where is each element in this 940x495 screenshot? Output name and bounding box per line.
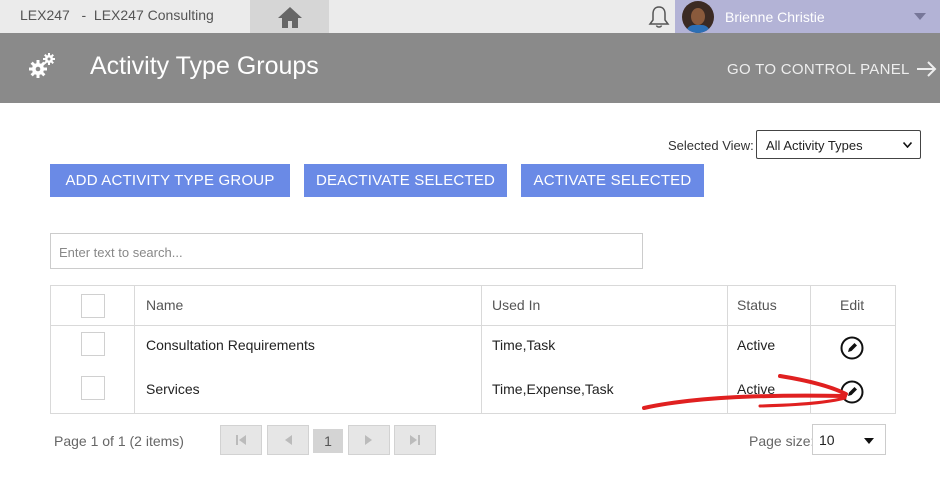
avatar[interactable]	[682, 1, 714, 33]
previous-page-button[interactable]	[267, 425, 309, 455]
app-title: LEX247 - LEX247 Consulting	[20, 7, 214, 23]
page-size-dropdown[interactable]: 10	[812, 424, 886, 455]
search-input[interactable]: Enter text to search...	[50, 233, 643, 269]
activate-selected-button[interactable]: ACTIVATE SELECTED	[521, 164, 704, 197]
column-divider	[134, 286, 135, 413]
home-icon	[277, 6, 302, 28]
next-page-button[interactable]	[348, 425, 390, 455]
row-checkbox[interactable]	[81, 376, 105, 400]
chevron-right-icon	[365, 435, 372, 445]
last-page-button[interactable]	[394, 425, 436, 455]
top-bar: LEX247 - LEX247 Consulting Brienne Chris…	[0, 0, 940, 33]
gears-icon	[29, 53, 55, 78]
control-panel-label[interactable]: GO TO CONTROL PANEL	[727, 61, 910, 78]
chevron-left-icon	[285, 435, 292, 445]
row-status: Active	[737, 337, 776, 353]
last-page-icon	[410, 435, 420, 445]
annotation-arrow	[642, 374, 848, 410]
chevron-down-icon[interactable]	[914, 13, 926, 20]
add-activity-type-group-button[interactable]: ADD ACTIVITY TYPE GROUP	[50, 164, 290, 197]
deactivate-selected-button[interactable]: DEACTIVATE SELECTED	[304, 164, 507, 197]
row-used-in: Time,Expense,Task	[492, 381, 614, 397]
page-title: Activity Type Groups	[90, 52, 319, 80]
selected-view-value: All Activity Types	[766, 138, 863, 153]
selected-view-label: Selected View:	[668, 138, 754, 153]
control-panel-link[interactable]: GO TO CONTROL PANEL	[727, 60, 938, 78]
column-divider	[481, 286, 482, 413]
bell-icon[interactable]	[646, 4, 672, 30]
row-name: Consultation Requirements	[146, 337, 315, 353]
user-name[interactable]: Brienne Christie	[725, 9, 825, 25]
row-used-in: Time,Task	[492, 337, 556, 353]
chevron-down-icon	[903, 142, 912, 148]
page-header: Activity Type Groups GO TO CONTROL PANEL	[0, 33, 940, 103]
select-all-checkbox[interactable]	[81, 294, 105, 318]
column-header-status[interactable]: Status	[737, 297, 777, 313]
first-page-button[interactable]	[220, 425, 262, 455]
page-size-value: 10	[819, 432, 835, 448]
chevron-down-icon	[864, 438, 874, 444]
current-page-number[interactable]: 1	[313, 429, 343, 453]
page-size-label: Page size:	[749, 433, 815, 449]
arrow-right-icon[interactable]	[916, 60, 938, 78]
home-button[interactable]	[250, 0, 329, 33]
column-header-edit: Edit	[840, 297, 865, 313]
pager-info: Page 1 of 1 (2 items)	[54, 433, 184, 449]
column-header-used-in[interactable]: Used In	[492, 297, 540, 313]
first-page-icon	[236, 435, 246, 445]
column-header-name[interactable]: Name	[146, 297, 183, 313]
row-name: Services	[146, 381, 200, 397]
row-checkbox[interactable]	[81, 332, 105, 356]
selected-view-dropdown[interactable]: All Activity Types	[756, 130, 921, 159]
edit-icon[interactable]	[840, 336, 864, 360]
